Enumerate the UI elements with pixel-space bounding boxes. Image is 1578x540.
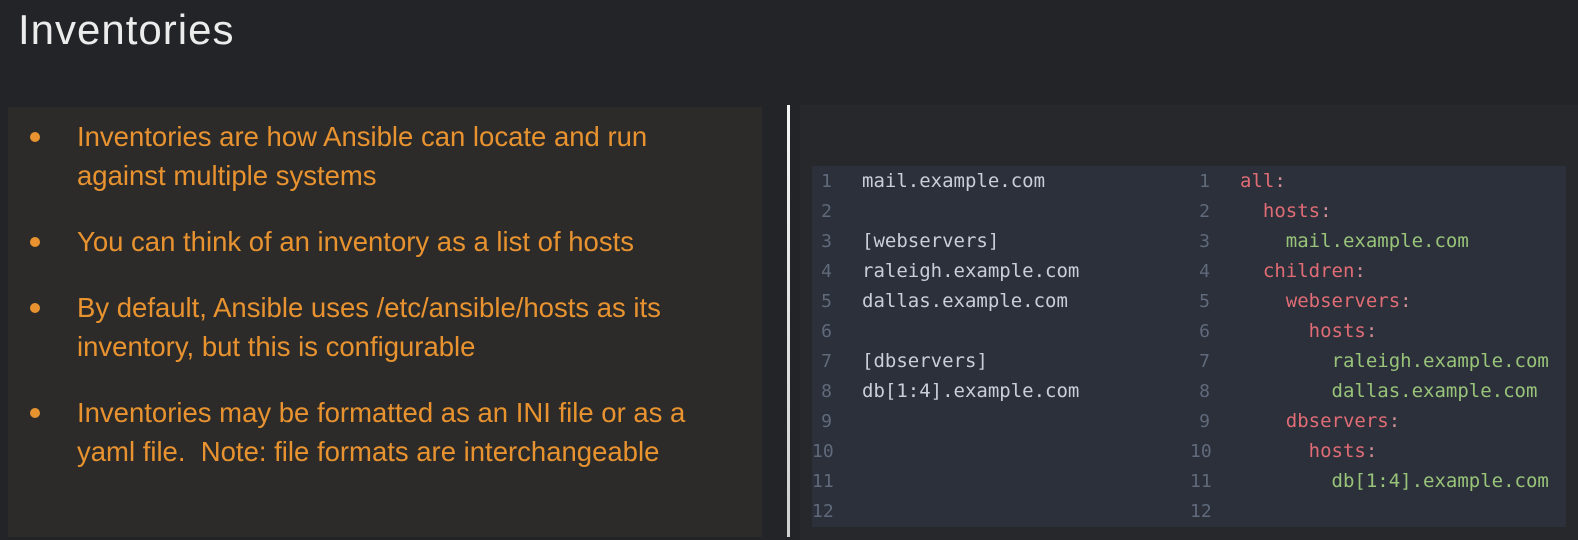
code-line: 6hosts:: [1190, 316, 1549, 346]
code-line: 9: [812, 406, 1079, 436]
bullet-dot-icon: [30, 303, 40, 313]
code-line: 5webservers:: [1190, 286, 1549, 316]
code-line: 2: [812, 196, 1079, 226]
code-panel: 1mail.example.com 2 3[webservers]4raleigh.…: [800, 105, 1578, 540]
code-line: 10: [812, 436, 1079, 466]
line-number: 2: [812, 201, 832, 222]
ini-inventory-editor: 1mail.example.com 2 3[webservers]4raleigh.…: [812, 166, 1079, 526]
code-line: 8db[1:4].example.com: [812, 376, 1079, 406]
code-line: 12: [1190, 496, 1549, 526]
bullet-item: You can think of an inventory as a list …: [30, 222, 762, 261]
line-number: 7: [1190, 351, 1210, 372]
code-line: 11: [812, 466, 1079, 496]
code-line: 1all:: [1190, 166, 1549, 196]
line-number: 6: [812, 321, 832, 342]
code-line: 5dallas.example.com: [812, 286, 1079, 316]
line-number: 1: [812, 171, 832, 192]
bullet-dot-icon: [30, 237, 40, 247]
bullet-text: Inventories are how Ansible can locate a…: [77, 117, 647, 195]
bullet-dot-icon: [30, 132, 40, 142]
line-number: 11: [812, 471, 832, 492]
code-line: 3[webservers]: [812, 226, 1079, 256]
code-line: 4children:: [1190, 256, 1549, 286]
code-line: 11db[1:4].example.com: [1190, 466, 1549, 496]
line-number: 8: [812, 381, 832, 402]
line-number: 9: [812, 411, 832, 432]
code-line: 3mail.example.com: [1190, 226, 1549, 256]
line-number: 3: [812, 231, 832, 252]
code-line: 4raleigh.example.com: [812, 256, 1079, 286]
line-number: 10: [1190, 441, 1210, 462]
code-line: 6: [812, 316, 1079, 346]
page-title: Inventories: [18, 6, 234, 54]
line-number: 7: [812, 351, 832, 372]
bullet-item: Inventories are how Ansible can locate a…: [30, 117, 762, 195]
bullet-list: Inventories are how Ansible can locate a…: [8, 107, 762, 471]
code-line: 1mail.example.com: [812, 166, 1079, 196]
code-line: 7raleigh.example.com: [1190, 346, 1549, 376]
bullet-text: By default, Ansible uses /etc/ansible/ho…: [77, 288, 661, 366]
bullet-item: Inventories may be formatted as an INI f…: [30, 393, 762, 471]
code-line: 2hosts:: [1190, 196, 1549, 226]
bullet-panel: Inventories are how Ansible can locate a…: [8, 107, 762, 537]
bullet-dot-icon: [30, 408, 40, 418]
vertical-divider: [787, 105, 790, 537]
code-line: 10hosts:: [1190, 436, 1549, 466]
line-number: 8: [1190, 381, 1210, 402]
line-number: 2: [1190, 201, 1210, 222]
code-editors-area: 1mail.example.com 2 3[webservers]4raleigh.…: [812, 166, 1566, 527]
line-number: 6: [1190, 321, 1210, 342]
bullet-text: You can think of an inventory as a list …: [77, 222, 634, 261]
line-number: 1: [1190, 171, 1210, 192]
line-number: 5: [812, 291, 832, 312]
code-line: 12: [812, 496, 1079, 526]
code-line: 9dbservers:: [1190, 406, 1549, 436]
line-number: 11: [1190, 471, 1210, 492]
line-number: 12: [812, 501, 832, 522]
code-line: 7[dbservers]: [812, 346, 1079, 376]
line-number: 9: [1190, 411, 1210, 432]
code-line: 8dallas.example.com: [1190, 376, 1549, 406]
line-number: 4: [1190, 261, 1210, 282]
yaml-inventory-editor: 1all:2hosts:3mail.example.com4children:5…: [1190, 166, 1549, 526]
bullet-item: By default, Ansible uses /etc/ansible/ho…: [30, 288, 762, 366]
bullet-text: Inventories may be formatted as an INI f…: [77, 393, 685, 471]
line-number: 12: [1190, 501, 1210, 522]
line-number: 10: [812, 441, 832, 462]
line-number: 3: [1190, 231, 1210, 252]
line-number: 5: [1190, 291, 1210, 312]
line-number: 4: [812, 261, 832, 282]
